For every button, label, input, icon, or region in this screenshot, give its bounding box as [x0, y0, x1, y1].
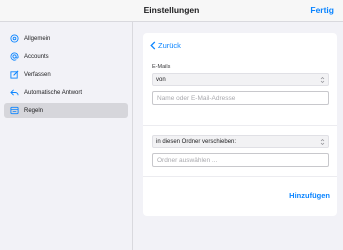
sidebar-item-regeln[interactable]: Regeln	[4, 103, 128, 118]
sidebar-item-label: Regeln	[24, 107, 44, 114]
back-button[interactable]: Zurück	[150, 41, 181, 50]
chevron-up-down-icon	[320, 139, 325, 145]
sidebar-item-label: Allgemein	[24, 35, 51, 42]
condition-select[interactable]: von	[152, 73, 329, 86]
title-bar: Einstellungen Fertig	[0, 0, 343, 22]
sidebar-item-verfassen[interactable]: Verfassen	[4, 67, 128, 82]
rule-editor-pane: Zurück E-Mails von Name oder E-Mail-Adre…	[134, 22, 343, 250]
section-divider	[143, 125, 337, 126]
gear-icon	[9, 34, 19, 44]
sidebar-item-label: Verfassen	[24, 71, 51, 78]
chevron-left-icon	[150, 41, 156, 50]
settings-sidebar: Allgemein Accounts Verfassen Automatisch…	[0, 22, 133, 250]
sidebar-item-label: Automatische Antwort	[24, 89, 83, 96]
sidebar-item-label: Accounts	[24, 53, 49, 60]
rule-editor-card: Zurück E-Mails von Name oder E-Mail-Adre…	[143, 33, 337, 216]
section-divider	[143, 176, 337, 177]
sidebar-item-allgemein[interactable]: Allgemein	[4, 31, 128, 46]
add-rule-button[interactable]: Hinzufügen	[289, 191, 330, 200]
reply-icon	[9, 88, 19, 98]
condition-select-value: von	[156, 76, 166, 83]
action-select[interactable]: in diesen Ordner verschieben:	[152, 135, 329, 148]
rules-icon	[9, 106, 19, 116]
sender-input[interactable]: Name oder E-Mail-Adresse	[152, 91, 329, 105]
back-button-label: Zurück	[158, 41, 181, 50]
page-title: Einstellungen	[143, 5, 200, 15]
compose-icon	[9, 70, 19, 80]
at-sign-icon	[9, 52, 19, 62]
sender-input-placeholder: Name oder E-Mail-Adresse	[157, 94, 236, 102]
condition-section-label: E-Mails	[152, 64, 171, 70]
done-button[interactable]: Fertig	[310, 5, 334, 15]
sidebar-item-automatische-antwort[interactable]: Automatische Antwort	[4, 85, 128, 100]
folder-input-placeholder: Ordner auswählen ...	[157, 156, 218, 164]
sidebar-item-accounts[interactable]: Accounts	[4, 49, 128, 64]
folder-input[interactable]: Ordner auswählen ...	[152, 153, 329, 167]
action-select-value: in diesen Ordner verschieben:	[156, 138, 237, 145]
chevron-up-down-icon	[320, 77, 325, 83]
